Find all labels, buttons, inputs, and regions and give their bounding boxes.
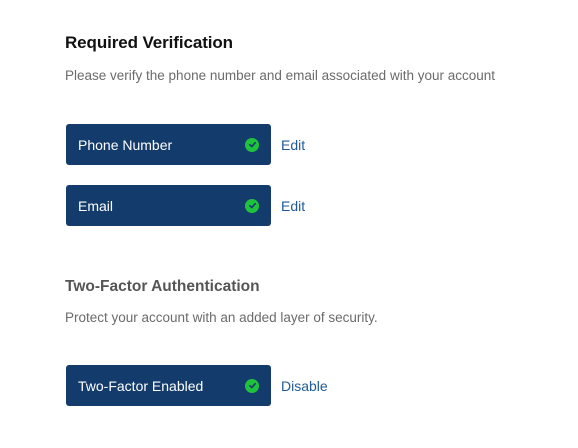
page-title: Required Verification: [65, 33, 233, 52]
phone-number-button[interactable]: Phone Number: [66, 124, 271, 165]
edit-email-link[interactable]: Edit: [281, 198, 305, 214]
two-factor-status-label: Two-Factor Enabled: [78, 377, 204, 394]
check-circle-icon: [245, 137, 259, 152]
two-factor-row: Two-Factor Enabled Disable: [66, 365, 328, 406]
verification-page: Required Verification Please verify the …: [0, 0, 578, 448]
email-label: Email: [78, 197, 114, 214]
check-circle-icon: [245, 198, 259, 213]
disable-two-factor-link[interactable]: Disable: [281, 378, 328, 394]
check-circle-icon: [245, 378, 259, 393]
page-subtitle: Please verify the phone number and email…: [65, 68, 495, 83]
two-factor-subtitle: Protect your account with an added layer…: [65, 310, 378, 325]
edit-phone-link[interactable]: Edit: [281, 137, 305, 153]
email-verification-row: Email Edit: [66, 185, 305, 226]
email-button[interactable]: Email: [66, 185, 271, 226]
two-factor-title: Two-Factor Authentication: [65, 278, 260, 295]
phone-number-label: Phone Number: [78, 136, 173, 153]
two-factor-status-button[interactable]: Two-Factor Enabled: [66, 365, 271, 406]
phone-verification-row: Phone Number Edit: [66, 124, 305, 165]
